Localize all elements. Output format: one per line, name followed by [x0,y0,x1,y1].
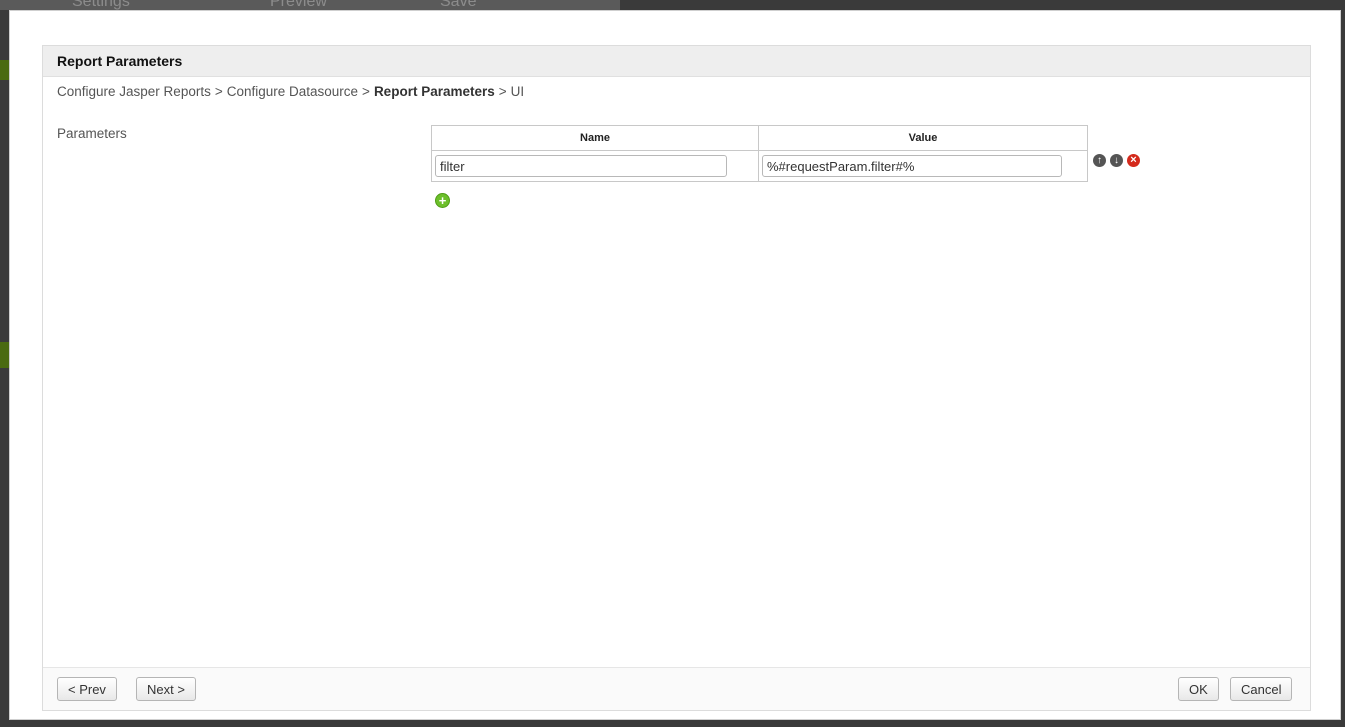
report-parameters-dialog: Report Parameters Configure Jasper Repor… [9,10,1341,720]
background-tab-preview: Preview [270,0,327,10]
prev-button[interactable]: < Prev [57,677,117,701]
next-button[interactable]: Next > [136,677,196,701]
breadcrumb-item-report-parameters: Report Parameters [373,84,495,99]
background-sidebar-marker [0,60,9,80]
breadcrumb-item-configure-jasper-reports: Configure Jasper Reports [57,84,211,99]
breadcrumb-separator: > [362,84,370,99]
value-cell [758,150,1088,182]
move-down-icon[interactable]: ↓ [1110,154,1123,167]
background-sidebar-marker [0,342,9,368]
row-actions: ↑ ↓ × [1093,154,1140,167]
breadcrumb-separator: > [498,84,507,99]
parameter-value-input[interactable] [762,155,1062,177]
column-header-value: Value [758,125,1088,151]
remove-icon[interactable]: × [1127,154,1140,167]
dialog-footer: < Prev Next > OK Cancel [43,667,1310,710]
column-header-name: Name [431,125,759,151]
breadcrumb-separator: > [214,84,223,99]
table-row [431,150,1088,182]
parameter-name-input[interactable] [435,155,727,177]
background-tab-save: Save [440,0,477,10]
background-tab-strip: Settings Preview Save [0,0,620,10]
panel-title: Report Parameters [43,46,1310,77]
name-cell [431,150,759,182]
report-parameters-panel: Report Parameters Configure Jasper Repor… [42,45,1311,711]
table-header-row: Name Value [431,125,1088,151]
background-tab-settings: Settings [72,0,130,10]
parameters-table: Name Value [431,125,1088,182]
parameters-label: Parameters [57,126,127,141]
breadcrumb-item-configure-datasource: Configure Datasource [226,84,359,99]
add-icon[interactable]: + [435,193,450,208]
ok-button[interactable]: OK [1178,677,1219,701]
cancel-button[interactable]: Cancel [1230,677,1293,701]
breadcrumb-item-ui: UI [510,84,525,99]
breadcrumb: Configure Jasper Reports > Configure Datas… [57,84,524,99]
move-up-icon[interactable]: ↑ [1093,154,1106,167]
